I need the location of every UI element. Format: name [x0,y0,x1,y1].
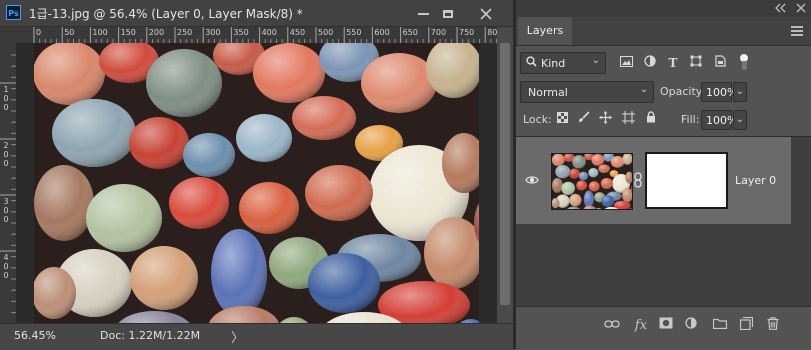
add-mask-icon[interactable] [658,317,674,335]
status-menu-arrow[interactable]: 〉 [231,327,244,346]
ruler-top-label: 650 [402,28,418,37]
link-layers-icon[interactable] [604,317,620,335]
fx-label: fx [634,318,648,333]
new-group-icon[interactable] [712,317,728,335]
filter-row: Kind ⌄ T [516,52,811,76]
ruler-top-label: 750 [459,28,475,37]
panel-menu-icon[interactable] [791,26,803,36]
zoom-level[interactable]: 56.45% [14,329,56,342]
panel-bottom-toolbar: fx [516,306,811,350]
new-adjustment-icon[interactable] [683,317,699,335]
smart-object-filter-icon[interactable] [712,55,728,71]
document-size: Doc: 1.22M/1.22M [100,329,201,342]
ruler-left-label: 3 0 0 [3,197,9,224]
ruler-top-label: 400 [261,28,277,37]
photoshop-logo: Ps [6,5,21,20]
document-titlebar[interactable]: Ps 1급-13.jpg @ 56.4% (Layer 0, Layer Mas… [0,0,513,27]
layer-mask-thumbnail[interactable] [645,152,728,209]
lock-image-icon[interactable] [576,111,592,127]
lock-transparent-icon[interactable] [554,111,570,127]
layers-list[interactable]: Layer 0 [516,136,811,307]
panel-tabbar: Layers [516,17,811,46]
maximize-icon [443,9,453,18]
layer-name[interactable]: Layer 0 [735,174,776,187]
canvas-image[interactable] [34,43,479,323]
document-window: Ps 1급-13.jpg @ 56.4% (Layer 0, Layer Mas… [0,0,513,350]
ruler-top[interactable]: 0 50 100 150 200 250 300 350 400 450 500 550 600 650 7… [16,27,497,43]
ruler-top-label: 500 [318,28,334,37]
ruler-top-label: 600 [374,28,390,37]
chain-link-icon[interactable] [634,172,642,188]
fill-dropdown-button[interactable]: ⌄ [733,110,747,130]
ruler-left[interactable]: 1 0 0 2 0 0 3 0 0 4 0 0 [0,43,16,323]
chevron-down-icon: ⌄ [591,55,600,66]
ruler-top-label: 550 [346,28,362,37]
double-chevron-icon[interactable] [774,3,786,13]
minimize-icon [417,12,429,15]
canvas-area[interactable] [16,43,497,323]
image-filter-icon[interactable] [618,55,634,71]
ruler-top-label: 450 [289,28,306,37]
delete-icon[interactable] [765,317,781,335]
ruler-corner [0,27,16,43]
new-layer-icon[interactable] [738,316,754,335]
ruler-top-label: 150 [120,28,136,37]
opacity-field[interactable]: 100% ⌄ [701,82,747,102]
scrollbar-thumb[interactable] [500,43,510,305]
ruler-left-label: 1 0 0 [3,85,9,112]
ruler-top-label: 50 [64,28,75,37]
fill-label: Fill: [681,113,700,126]
close-panel-icon[interactable] [796,3,806,13]
blend-mode-select[interactable]: Normal ⌄ [520,81,654,103]
lock-label: Lock: [523,113,552,126]
lock-position-icon[interactable] [597,111,613,127]
ruler-top-label: 0 [36,28,42,37]
layer-row[interactable]: Layer 0 [516,137,791,224]
close-button[interactable] [470,0,502,26]
document-title[interactable]: 1급-13.jpg @ 56.4% (Layer 0, Layer Mask/8… [29,5,303,22]
blend-row: Normal ⌄ Opacity: 100% ⌄ [516,81,811,105]
ruler-top-label: 700 [430,28,447,37]
lock-row: Lock: Fill: 100% ⌄ [516,110,811,132]
ruler-top-label: 300 [205,28,221,37]
chevron-down-icon: ⌄ [639,84,648,95]
lock-artboard-icon[interactable] [620,111,636,127]
opacity-dropdown-button[interactable]: ⌄ [733,82,747,102]
tab-layers[interactable]: Layers [518,17,572,45]
adjustment-filter-icon[interactable] [642,55,658,71]
fill-field[interactable]: 100% ⌄ [701,110,747,130]
fx-icon[interactable]: fx [633,317,649,335]
lock-all-icon[interactable] [643,111,659,127]
search-icon [526,56,537,67]
shape-filter-icon[interactable] [688,55,704,71]
ruler-top-ticks [33,27,497,43]
layer-thumbnail[interactable] [551,153,633,210]
type-filter-icon[interactable]: T [665,55,681,71]
blend-mode-value: Normal [528,86,568,99]
ruler-top-label: 200 [148,28,165,37]
ruler-left-label: 4 0 0 [3,253,9,280]
ruler-top-label: 100 [92,28,108,37]
close-icon [480,7,492,20]
kind-filter-label: Kind [541,57,566,70]
maximize-button[interactable] [432,0,464,26]
ruler-left-label: 2 0 0 [3,141,9,168]
status-bar: 56.45% Doc: 1.22M/1.22M 〉 [0,323,513,350]
panel-header-strip [516,0,811,17]
ruler-top-label: 250 [177,28,193,37]
eye-icon[interactable] [525,175,539,185]
opacity-label: Opacity: [660,85,706,98]
vertical-scrollbar[interactable] [497,27,513,323]
layers-panel: Layers Kind ⌄ T Normal ⌄ Opacity: 100% ⌄… [516,0,811,350]
ruler-top-label: 800 [487,28,497,37]
kind-filter-select[interactable]: Kind ⌄ [520,52,606,74]
ruler-top-label: 350 [233,28,249,37]
